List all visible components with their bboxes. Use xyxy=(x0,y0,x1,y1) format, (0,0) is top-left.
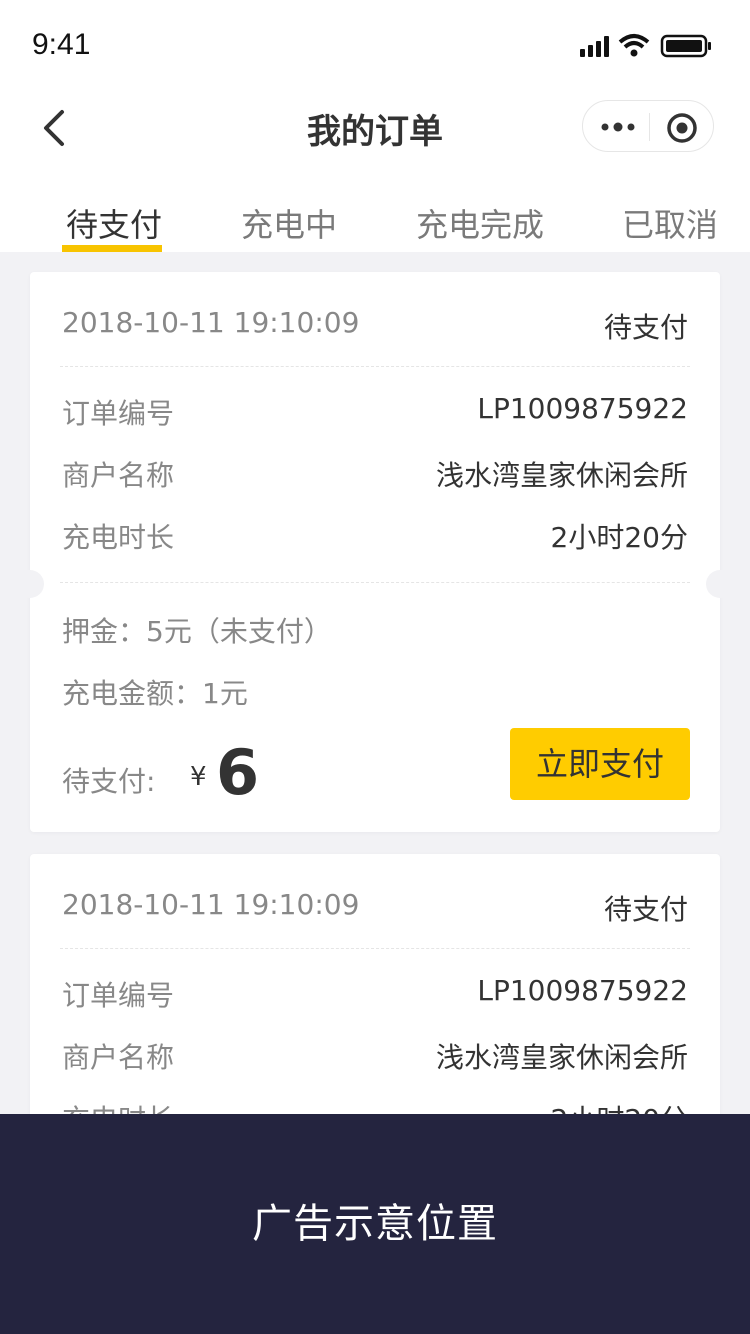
nav-bar: 我的订单 xyxy=(0,88,750,174)
order-number-value: LP1009875922 xyxy=(477,392,688,425)
divider xyxy=(60,366,690,367)
order-number-value: LP1009875922 xyxy=(477,974,688,1007)
order-datetime: 2018-10-11 19:10:09 xyxy=(62,888,360,921)
due-amount: 6 xyxy=(216,736,260,809)
status-bar: 9:41 xyxy=(0,0,750,88)
ad-banner[interactable]: 广告示意位置 xyxy=(0,1114,750,1334)
divider xyxy=(60,582,690,583)
currency-symbol: ¥ xyxy=(190,762,207,792)
merchant-label: 商户名称 xyxy=(62,1041,175,1074)
due-label: 待支付: xyxy=(62,765,156,798)
order-header: 2018-10-11 19:10:09 待支付 xyxy=(62,888,688,928)
divider xyxy=(60,948,690,949)
order-number-row: 订单编号 LP1009875922 xyxy=(62,392,688,432)
header-area: 9:41 我的订单 待支付 充电中 充电完成 已取消 xyxy=(0,0,750,252)
order-card: 2018-10-11 19:10:09 待支付 订单编号 LP100987592… xyxy=(30,854,720,1154)
order-datetime: 2018-10-11 19:10:09 xyxy=(62,306,360,339)
screen: 9:41 我的订单 待支付 充电中 充电完成 已取消 2018-10-11 19… xyxy=(0,0,750,1334)
tab-charging[interactable]: 充电中 xyxy=(241,200,337,252)
status-time: 9:41 xyxy=(32,28,91,61)
duration-label: 充电时长 xyxy=(62,521,175,554)
duration-value: 2小时20分 xyxy=(550,521,688,554)
order-tabs: 待支付 充电中 充电完成 已取消 xyxy=(0,190,750,252)
order-number-label: 订单编号 xyxy=(62,979,175,1012)
target-icon xyxy=(667,113,697,143)
order-card: 2018-10-11 19:10:09 待支付 订单编号 LP100987592… xyxy=(16,272,734,832)
card-notch-right xyxy=(706,570,734,598)
merchant-row: 商户名称 浅水湾皇家休闲会所 xyxy=(62,1036,688,1076)
status-icons xyxy=(580,32,720,60)
tab-charge-complete[interactable]: 充电完成 xyxy=(416,200,544,252)
merchant-label: 商户名称 xyxy=(62,459,175,492)
close-miniprogram-button[interactable] xyxy=(665,111,699,145)
more-dots-icon xyxy=(601,122,635,132)
miniprogram-capsule xyxy=(582,100,714,152)
charge-amount-text: 充电金额：1元 xyxy=(62,677,248,710)
order-header: 2018-10-11 19:10:09 待支付 xyxy=(62,306,688,346)
duration-row: 充电时长 2小时20分 xyxy=(62,516,688,556)
merchant-value: 浅水湾皇家休闲会所 xyxy=(435,459,688,492)
merchant-row: 商户名称 浅水湾皇家休闲会所 xyxy=(62,454,688,494)
tab-cancelled[interactable]: 已取消 xyxy=(622,200,718,252)
merchant-value: 浅水湾皇家休闲会所 xyxy=(435,1041,688,1074)
pay-now-button[interactable]: 立即支付 xyxy=(510,728,690,800)
order-number-row: 订单编号 LP1009875922 xyxy=(62,974,688,1014)
order-number-label: 订单编号 xyxy=(62,397,175,430)
active-tab-indicator xyxy=(62,245,162,252)
order-status: 待支付 xyxy=(603,311,688,344)
signal-wifi-battery-icon xyxy=(580,34,711,58)
card-notch-left xyxy=(16,570,44,598)
more-button[interactable] xyxy=(599,113,639,141)
capsule-divider xyxy=(649,113,650,141)
order-status: 待支付 xyxy=(603,893,688,926)
deposit-text: 押金：5元（未支付） xyxy=(62,615,332,648)
